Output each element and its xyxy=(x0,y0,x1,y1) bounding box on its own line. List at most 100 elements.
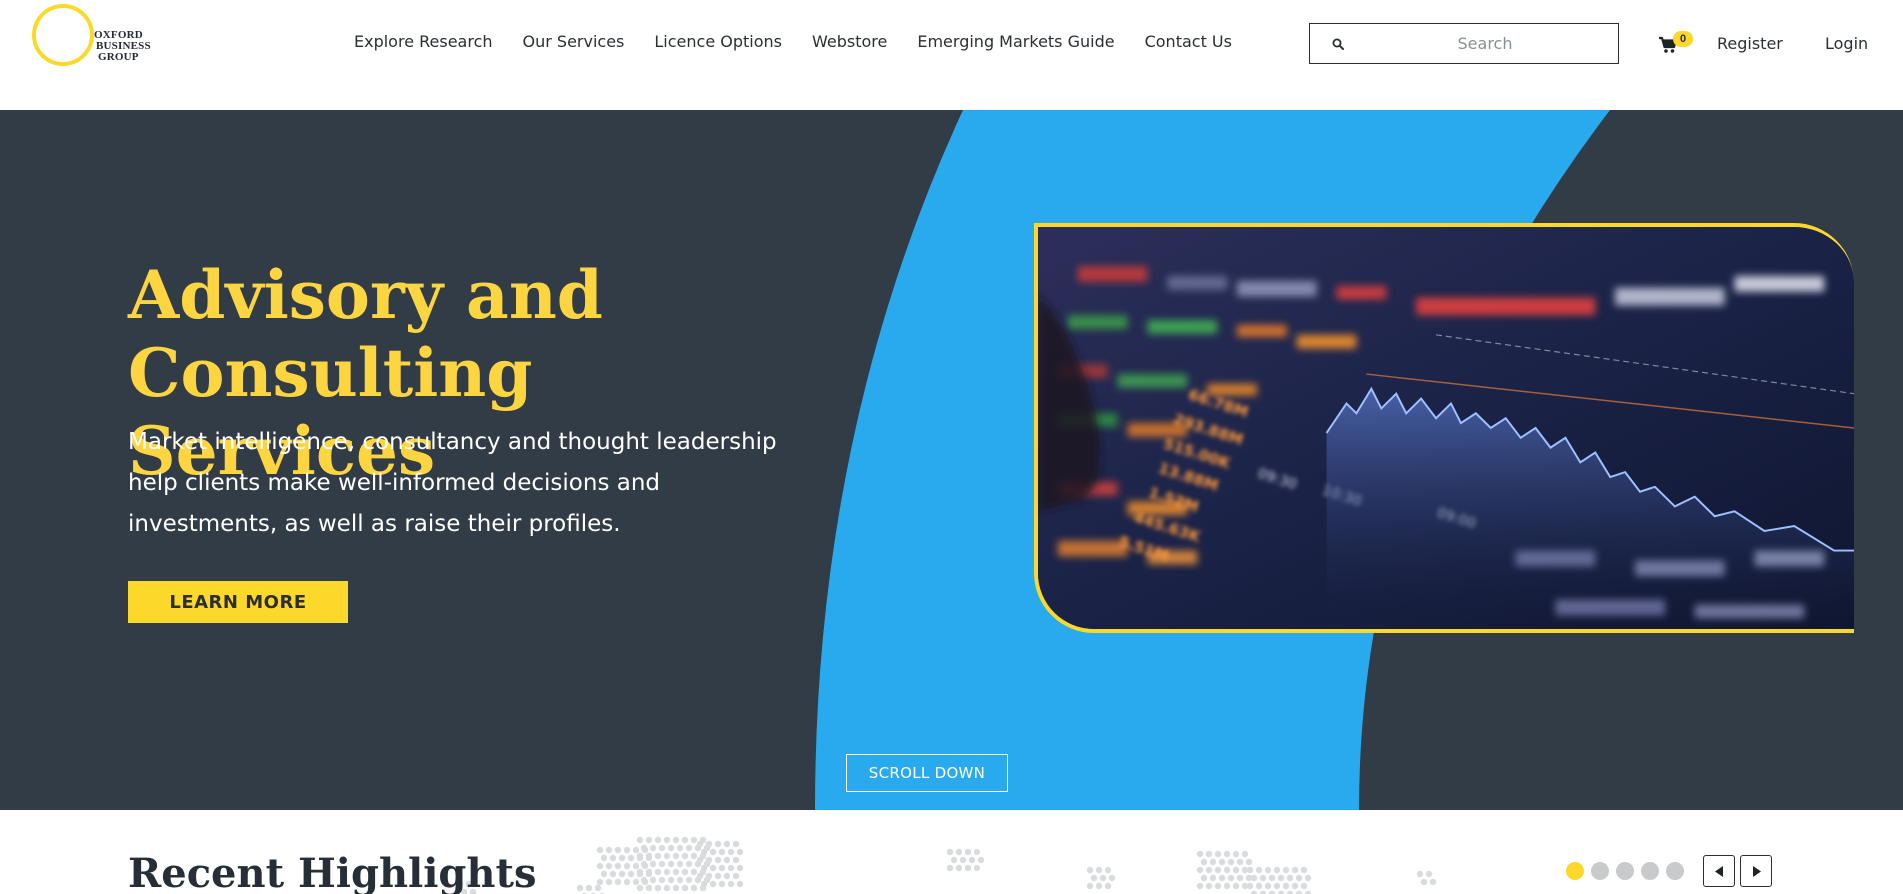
map-dot xyxy=(645,854,653,862)
map-dot xyxy=(700,864,708,872)
map-dot xyxy=(1246,866,1254,874)
pager-dot-4[interactable] xyxy=(1641,862,1659,880)
logo-ring-icon xyxy=(32,4,94,66)
map-dot xyxy=(1108,874,1116,882)
triangle-right-icon xyxy=(1753,866,1761,877)
map-dot xyxy=(1304,874,1312,882)
map-dot xyxy=(649,876,657,884)
map-dot xyxy=(718,880,726,888)
map-dot xyxy=(600,854,608,862)
map-dot xyxy=(645,884,653,892)
map-dot xyxy=(727,864,735,872)
map-dot xyxy=(690,852,698,860)
map-dot xyxy=(1218,858,1226,866)
map-dot xyxy=(1196,882,1204,890)
recent-highlights-section: Recent Highlights xyxy=(0,810,1903,894)
map-dot xyxy=(663,884,671,892)
map-dot xyxy=(585,884,593,892)
pager-dot-1[interactable] xyxy=(1566,862,1584,880)
learn-more-button[interactable]: LEARN MORE xyxy=(128,581,348,623)
nav-contact-us[interactable]: Contact Us xyxy=(1145,32,1232,54)
map-dot xyxy=(1099,874,1107,882)
map-dot xyxy=(732,872,740,880)
pager-dot-2[interactable] xyxy=(1591,862,1609,880)
map-dot xyxy=(955,864,963,872)
map-dot xyxy=(709,864,717,872)
map-dot xyxy=(1273,866,1281,874)
map-dot xyxy=(1205,850,1213,858)
logo-line-3: GROUP xyxy=(98,51,139,63)
map-dot xyxy=(685,860,693,868)
nav-emerging-markets-guide[interactable]: Emerging Markets Guide xyxy=(917,32,1114,54)
map-dot xyxy=(1090,874,1098,882)
map-dot xyxy=(955,848,963,856)
map-dot xyxy=(1291,882,1299,890)
map-dot xyxy=(964,864,972,872)
scroll-down-button[interactable]: SCROLL DOWN xyxy=(846,754,1008,792)
map-dot xyxy=(714,872,722,880)
map-dot xyxy=(1205,882,1213,890)
map-dot xyxy=(596,862,604,870)
map-dot xyxy=(1104,882,1112,890)
map-dot xyxy=(696,840,704,848)
carousel-next-button[interactable] xyxy=(1740,855,1772,887)
site-header: OXFORD BUSINESS GROUP Explore Research O… xyxy=(0,0,1903,110)
nav-webstore[interactable]: Webstore xyxy=(812,32,887,54)
map-dot xyxy=(627,870,635,878)
map-dot xyxy=(1200,874,1208,882)
map-dot xyxy=(596,846,604,854)
map-dot xyxy=(1196,866,1204,874)
map-dot xyxy=(946,864,954,872)
map-dot xyxy=(641,878,649,886)
search-icon[interactable] xyxy=(1332,38,1344,50)
map-dot xyxy=(609,854,617,862)
map-dot xyxy=(609,870,617,878)
carousel-prev-button[interactable] xyxy=(1703,855,1735,887)
map-dot xyxy=(1300,882,1308,890)
map-dot xyxy=(700,848,708,856)
map-dot xyxy=(658,860,666,868)
map-dot xyxy=(1232,882,1240,890)
map-dot xyxy=(672,884,680,892)
map-dot xyxy=(1420,878,1428,886)
nav-licence-options[interactable]: Licence Options xyxy=(654,32,782,54)
map-dot xyxy=(1236,858,1244,866)
map-dot xyxy=(681,852,689,860)
map-dot xyxy=(632,846,640,854)
map-dot xyxy=(636,854,644,862)
map-dot xyxy=(681,868,689,876)
nav-explore-research[interactable]: Explore Research xyxy=(354,32,493,54)
nav-our-services[interactable]: Our Services xyxy=(523,32,625,54)
search-box xyxy=(1309,23,1619,64)
map-dot xyxy=(681,836,689,844)
map-dot xyxy=(1205,866,1213,874)
map-dot xyxy=(736,880,744,888)
map-dot xyxy=(727,848,735,856)
map-dot xyxy=(700,880,708,888)
register-link[interactable]: Register xyxy=(1717,34,1783,53)
hero-title-line-1: Advisory and xyxy=(128,256,603,334)
map-dot xyxy=(632,878,640,886)
map-dot xyxy=(676,876,684,884)
oxford-business-group-logo[interactable]: OXFORD BUSINESS GROUP xyxy=(32,4,172,68)
pager-dot-3[interactable] xyxy=(1616,862,1634,880)
pager-dot-5[interactable] xyxy=(1666,862,1684,880)
search-input[interactable] xyxy=(1360,30,1610,57)
map-dot xyxy=(705,840,713,848)
map-dot xyxy=(709,880,717,888)
stock-market-screen-image: 66.78M 293.88M 515.00K 13.88M 1.52M 445.… xyxy=(1034,223,1854,633)
map-dot xyxy=(672,868,680,876)
map-dot xyxy=(632,862,640,870)
map-dot xyxy=(718,864,726,872)
map-dot xyxy=(1245,858,1253,866)
map-dot xyxy=(1209,874,1217,882)
map-dot xyxy=(663,836,671,844)
map-dot xyxy=(1196,850,1204,858)
map-dot xyxy=(1223,882,1231,890)
login-link[interactable]: Login xyxy=(1825,34,1868,53)
map-dot xyxy=(723,872,731,880)
map-dot xyxy=(667,860,675,868)
map-dot xyxy=(696,856,704,864)
map-dot xyxy=(1282,866,1290,874)
map-dot xyxy=(1268,874,1276,882)
